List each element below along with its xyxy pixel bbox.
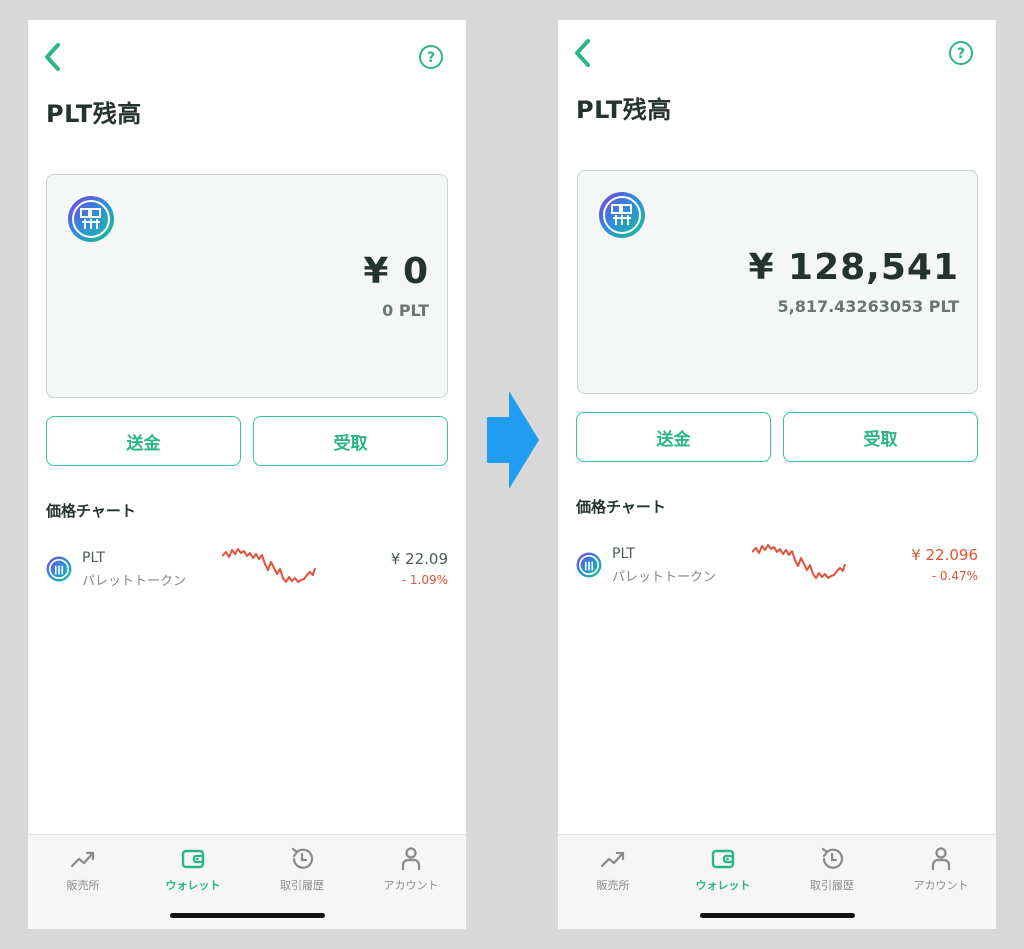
plt-token-logo <box>599 192 645 238</box>
coin-name: パレットトークン <box>82 574 187 589</box>
back-button[interactable] <box>38 42 68 72</box>
history-icon <box>291 847 314 869</box>
bottom-tab-bar: 販売所 ウォレット 取引履歴 アカウント <box>28 834 466 929</box>
trend-chart-icon <box>70 851 95 868</box>
tab-label: アカウント <box>913 879 969 892</box>
tab-label: ウォレット <box>165 879 221 892</box>
tab-wallet[interactable]: ウォレット <box>143 845 243 895</box>
page-title: PLT残高 <box>46 100 142 128</box>
plt-balance: 0 PLT <box>382 301 429 320</box>
tab-label: ウォレット <box>695 879 751 892</box>
coin-price: ¥ 22.09 <box>390 550 448 568</box>
question-circle-icon[interactable]: ? <box>948 40 974 66</box>
price-change: - 1.09% <box>401 573 448 587</box>
price-chart-row[interactable]: PLT パレットトークン ¥ 22.09 - 1.09% <box>46 540 448 600</box>
home-indicator <box>170 913 325 918</box>
price-chart-row[interactable]: PLT パレットトークン ¥ 22.096 - 0.47% <box>576 536 978 596</box>
price-sparkline <box>752 544 846 579</box>
plt-token-logo <box>576 552 602 578</box>
tab-label: 取引履歴 <box>280 879 324 892</box>
price-sparkline <box>222 548 316 583</box>
question-circle-icon[interactable]: ? <box>418 44 444 70</box>
tab-history[interactable]: 取引履歴 <box>252 845 352 895</box>
tab-label: アカウント <box>383 879 439 892</box>
yen-balance: ¥ 0 <box>363 251 429 292</box>
balance-card: ¥ 128,541 5,817.43263053 PLT <box>577 170 978 394</box>
coin-symbol: PLT <box>82 550 105 566</box>
price-chart-heading: 価格チャート <box>576 498 666 516</box>
receive-button[interactable]: 受取 <box>253 416 448 466</box>
wallet-icon <box>711 849 735 869</box>
send-button[interactable]: 送金 <box>576 412 771 462</box>
bottom-tab-bar: 販売所 ウォレット 取引履歴 アカウント <box>558 834 996 929</box>
back-button[interactable] <box>568 38 598 68</box>
svg-text:?: ? <box>427 50 435 66</box>
tab-label: 販売所 <box>596 879 630 892</box>
yen-balance: ¥ 128,541 <box>748 247 959 288</box>
tab-history[interactable]: 取引履歴 <box>782 845 882 895</box>
coin-name: パレットトークン <box>612 570 717 585</box>
coin-symbol: PLT <box>612 546 635 562</box>
plt-token-logo <box>68 196 114 242</box>
phone-screen-before: ? PLT残高 ¥ 0 0 PLT 送金 受取 価格チャート PLT パレットト… <box>28 20 466 929</box>
trend-chart-icon <box>600 851 625 868</box>
tab-wallet[interactable]: ウォレット <box>673 845 773 895</box>
send-button[interactable]: 送金 <box>46 416 241 466</box>
tab-exchange[interactable]: 販売所 <box>563 845 663 895</box>
home-indicator <box>700 913 855 918</box>
tab-label: 販売所 <box>66 879 100 892</box>
chevron-left-icon <box>45 43 60 71</box>
page-title: PLT残高 <box>576 96 672 124</box>
tab-account[interactable]: アカウント <box>891 845 991 895</box>
tab-account[interactable]: アカウント <box>361 845 461 895</box>
balance-card: ¥ 0 0 PLT <box>46 174 448 398</box>
plt-token-logo <box>46 556 72 582</box>
arrow-right-icon <box>487 391 539 489</box>
coin-price: ¥ 22.096 <box>911 546 978 564</box>
history-icon <box>821 847 844 869</box>
price-chart-heading: 価格チャート <box>46 502 136 520</box>
person-icon <box>931 847 951 870</box>
receive-button[interactable]: 受取 <box>783 412 978 462</box>
person-icon <box>401 847 421 870</box>
plt-balance: 5,817.43263053 PLT <box>777 297 959 316</box>
tab-label: 取引履歴 <box>810 879 854 892</box>
wallet-icon <box>181 849 205 869</box>
chevron-left-icon <box>575 39 590 67</box>
svg-text:?: ? <box>957 46 965 62</box>
price-change: - 0.47% <box>931 569 978 583</box>
phone-screen-after: ? PLT残高 ¥ 128,541 5,817.43263053 PLT 送金 … <box>558 20 996 929</box>
tab-exchange[interactable]: 販売所 <box>33 845 133 895</box>
